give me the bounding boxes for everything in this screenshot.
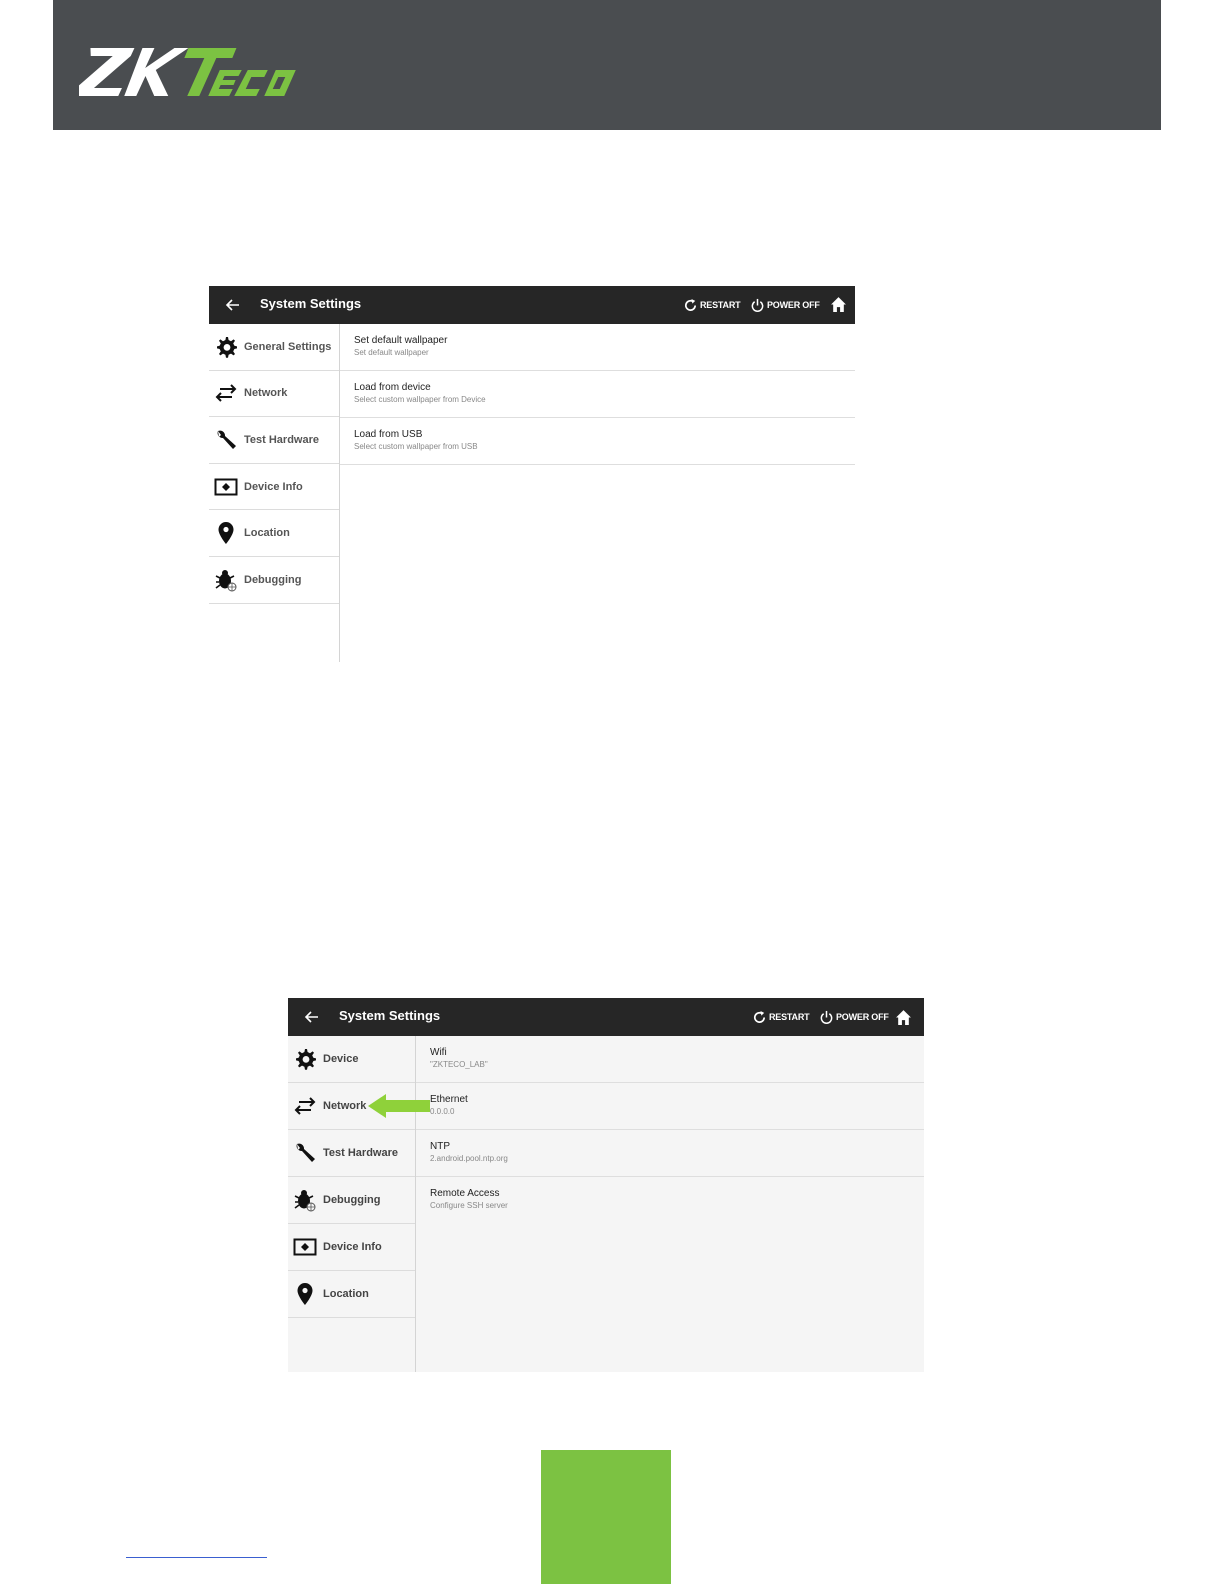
settings-content: Wifi "ZKTECO_LAB" Ethernet 0.0.0.0 NTP 2…	[416, 1036, 924, 1372]
sidebar-item-debugging[interactable]: Debugging	[288, 1177, 415, 1224]
power-off-button[interactable]: POWER OFF	[819, 1007, 889, 1027]
list-item[interactable]: Ethernet 0.0.0.0	[416, 1083, 924, 1130]
zkteco-logo	[79, 48, 296, 96]
sidebar-item-location[interactable]: Location	[209, 510, 339, 557]
sidebar-item-test-hardware[interactable]: Test Hardware	[209, 417, 339, 464]
back-arrow-icon[interactable]	[225, 297, 241, 313]
device-icon	[292, 1234, 318, 1260]
settings-content: Set default wallpaper Set default wallpa…	[340, 324, 855, 662]
restart-icon	[754, 1010, 766, 1023]
list-item[interactable]: Set default wallpaper Set default wallpa…	[340, 324, 855, 371]
sidebar-item-device-info[interactable]: Device Info	[209, 464, 339, 511]
settings-sidebar: Device Network Test Hardware Debugging D…	[288, 1036, 416, 1372]
gear-icon	[213, 334, 239, 360]
arrows-icon	[213, 380, 239, 406]
sidebar-item-general-settings[interactable]: General Settings	[209, 324, 339, 371]
restart-button[interactable]: RESTART	[683, 295, 741, 315]
sidebar-item-test-hardware[interactable]: Test Hardware	[288, 1130, 415, 1177]
sidebar-item-device-info[interactable]: Device Info	[288, 1224, 415, 1271]
sidebar-item-device[interactable]: Device	[288, 1036, 415, 1083]
arrows-icon	[292, 1093, 318, 1119]
page-title: System Settings	[260, 296, 362, 311]
wrench-icon	[292, 1140, 318, 1166]
bug-icon	[292, 1187, 318, 1213]
sidebar-item-location[interactable]: Location	[288, 1271, 415, 1318]
restart-icon	[685, 298, 697, 311]
wrench-icon	[213, 427, 239, 453]
page-title: System Settings	[339, 1008, 441, 1023]
back-arrow-icon[interactable]	[304, 1009, 320, 1025]
callout-arrow-icon	[368, 1094, 430, 1118]
location-pin-icon	[292, 1281, 318, 1307]
home-icon[interactable]	[830, 296, 847, 313]
sidebar-item-debugging[interactable]: Debugging	[209, 557, 339, 604]
location-pin-icon	[213, 520, 239, 546]
footer-link-underline	[126, 1557, 267, 1558]
settings-sidebar: General Settings Network Test Hardware D…	[209, 324, 340, 662]
app-topbar: System Settings RESTART POWER OFF	[209, 286, 855, 324]
list-item[interactable]: Load from USB Select custom wallpaper fr…	[340, 418, 855, 465]
power-icon	[820, 1010, 833, 1024]
list-item[interactable]: Remote Access Configure SSH server	[416, 1177, 924, 1223]
list-item[interactable]: NTP 2.android.pool.ntp.org	[416, 1130, 924, 1177]
sidebar-item-network[interactable]: Network	[209, 371, 339, 418]
page-number-block	[541, 1450, 671, 1584]
power-off-button[interactable]: POWER OFF	[750, 295, 820, 315]
system-settings-screenshot-general: System Settings RESTART POWER OFF Genera…	[209, 286, 855, 662]
list-item[interactable]: Load from device Select custom wallpaper…	[340, 371, 855, 418]
home-icon[interactable]	[895, 1009, 912, 1026]
document-header	[53, 0, 1161, 130]
bug-icon	[213, 567, 239, 593]
device-icon	[213, 474, 239, 500]
power-icon	[751, 298, 764, 312]
list-item[interactable]: Wifi "ZKTECO_LAB"	[416, 1036, 924, 1083]
system-settings-screenshot-network: System Settings RESTART POWER OFF Device…	[288, 998, 924, 1372]
gear-icon	[292, 1046, 318, 1072]
app-topbar: System Settings RESTART POWER OFF	[288, 998, 924, 1036]
restart-button[interactable]: RESTART	[752, 1007, 810, 1027]
